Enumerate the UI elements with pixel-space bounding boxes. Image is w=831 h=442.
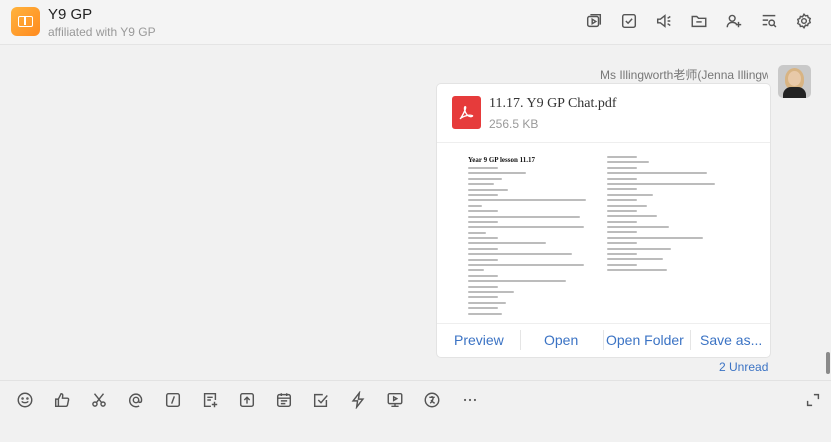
emoji-icon[interactable]: [15, 390, 35, 410]
file-name[interactable]: 11.17. Y9 GP Chat.pdf: [489, 96, 617, 112]
save-as-button[interactable]: Save as...: [700, 323, 762, 357]
screen-share-icon[interactable]: [385, 390, 405, 410]
file-message-card[interactable]: 11.17. Y9 GP Chat.pdf 256.5 KB Year 9 GP…: [436, 83, 771, 358]
chat-header: Y9 GP affiliated with Y9 GP: [0, 0, 831, 45]
file-actions: Preview Open Open Folder Save as...: [437, 323, 770, 357]
expand-icon[interactable]: [803, 390, 823, 410]
file-size: 256.5 KB: [489, 117, 539, 131]
video-icon[interactable]: [576, 10, 611, 32]
scissors-icon[interactable]: [89, 390, 109, 410]
add-member-icon[interactable]: [716, 10, 751, 32]
header-actions: [576, 10, 821, 32]
divider: [603, 330, 604, 350]
announcement-icon[interactable]: [646, 10, 681, 32]
sender-avatar[interactable]: [778, 65, 811, 98]
unread-count[interactable]: 2 Unread: [719, 360, 768, 374]
pdf-icon: [452, 96, 481, 129]
scrollbar-thumb[interactable]: [826, 352, 830, 374]
open-button[interactable]: Open: [544, 323, 578, 357]
file-preview[interactable]: Year 9 GP lesson 11.17: [437, 142, 770, 324]
more-icon[interactable]: [460, 390, 480, 410]
translate-icon[interactable]: [422, 390, 442, 410]
settings-icon[interactable]: [786, 10, 821, 32]
chat-subtitle: affiliated with Y9 GP: [48, 25, 156, 39]
preview-column-right: [607, 156, 715, 275]
like-icon[interactable]: [52, 390, 72, 410]
preview-doc-title: Year 9 GP lesson 11.17: [468, 156, 535, 164]
folder-icon[interactable]: [681, 10, 716, 32]
open-folder-button[interactable]: Open Folder: [606, 323, 684, 357]
input-toolbar: [0, 380, 831, 421]
chat-title[interactable]: Y9 GP: [48, 6, 92, 23]
checklist-icon[interactable]: [611, 10, 646, 32]
divider: [690, 330, 691, 350]
preview-button[interactable]: Preview: [454, 323, 504, 357]
doc-add-icon[interactable]: [200, 390, 220, 410]
group-avatar[interactable]: [11, 7, 40, 36]
divider: [520, 330, 521, 350]
preview-column-left: [468, 167, 586, 318]
mention-icon[interactable]: [126, 390, 146, 410]
task-icon[interactable]: [311, 390, 331, 410]
slash-command-icon[interactable]: [163, 390, 183, 410]
quick-reply-icon[interactable]: [348, 390, 368, 410]
upload-icon[interactable]: [237, 390, 257, 410]
search-history-icon[interactable]: [751, 10, 786, 32]
message-sender: Ms Illingworth老师(Jenna Illingworth): [600, 68, 768, 82]
calendar-icon[interactable]: [274, 390, 294, 410]
book-icon: [18, 16, 33, 27]
